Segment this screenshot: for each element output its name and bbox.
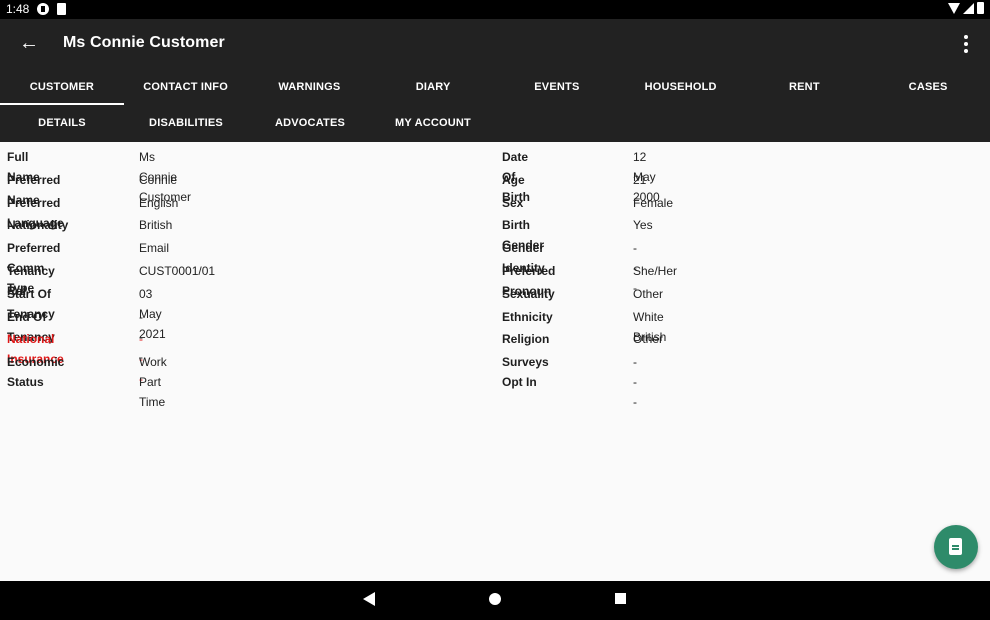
tab-household[interactable]: HOUSEHOLD bbox=[619, 69, 743, 105]
primary-tab-bar: CUSTOMER CONTACT INFO WARNINGS DIARY EVE… bbox=[0, 69, 990, 105]
secondary-tab-bar: DETAILS DISABILITIES ADVOCATES MY ACCOUN… bbox=[0, 105, 990, 142]
detail-label: Age bbox=[502, 172, 525, 187]
document-fab-button[interactable] bbox=[934, 525, 978, 569]
detail-value: Other bbox=[633, 332, 664, 347]
detail-label: Sexuality bbox=[502, 286, 555, 301]
status-time: 1:48 bbox=[6, 2, 30, 16]
tab-rent[interactable]: RENT bbox=[743, 69, 867, 105]
tab-diary[interactable]: DIARY bbox=[371, 69, 495, 105]
subtab-advocates[interactable]: ADVOCATES bbox=[248, 105, 372, 142]
status-bar: 1:48 bbox=[0, 0, 990, 19]
subtab-disabilities[interactable]: DISABILITIES bbox=[124, 105, 248, 142]
detail-value: Female bbox=[633, 195, 674, 210]
detail-value: She/Her bbox=[633, 263, 678, 278]
battery-icon bbox=[977, 2, 984, 14]
tab-cases[interactable]: CASES bbox=[866, 69, 990, 105]
detail-value: Work Part Time bbox=[139, 355, 167, 410]
system-nav-bar bbox=[0, 581, 990, 620]
document-icon bbox=[949, 538, 962, 555]
detail-label: Economic Status bbox=[7, 355, 65, 390]
tab-warnings[interactable]: WARNINGS bbox=[248, 69, 372, 105]
subtab-details[interactable]: DETAILS bbox=[0, 105, 124, 142]
nav-back-icon[interactable] bbox=[363, 592, 375, 606]
wifi-icon bbox=[948, 2, 960, 14]
detail-value: Other bbox=[633, 286, 664, 301]
nav-home-icon[interactable] bbox=[489, 593, 501, 605]
detail-label: Religion bbox=[502, 332, 550, 347]
signal-icon bbox=[963, 2, 974, 14]
status-indicators bbox=[948, 2, 984, 14]
detail-label: Surveys Opt In bbox=[502, 355, 549, 390]
detail-label: Ethnicity bbox=[502, 309, 553, 324]
detail-value: Connie bbox=[139, 172, 178, 187]
app-bar: ← Ms Connie Customer bbox=[0, 19, 990, 69]
detail-value: English bbox=[139, 195, 179, 210]
detail-value: British bbox=[139, 218, 173, 233]
detail-value: Email bbox=[139, 241, 170, 256]
overflow-menu-icon[interactable] bbox=[954, 31, 978, 57]
nav-recents-icon[interactable] bbox=[615, 593, 626, 604]
detail-label: Sex bbox=[502, 195, 524, 210]
notification-app-icon bbox=[37, 3, 49, 15]
detail-value: 03 May 2021 bbox=[139, 286, 166, 341]
detail-value: Yes bbox=[633, 218, 653, 233]
detail-value: - - - bbox=[633, 355, 637, 410]
tab-events[interactable]: EVENTS bbox=[495, 69, 619, 105]
tab-customer[interactable]: CUSTOMER bbox=[0, 69, 124, 105]
detail-label: Nationality bbox=[7, 218, 69, 233]
page-title: Ms Connie Customer bbox=[63, 34, 225, 51]
detail-value: 21 bbox=[633, 172, 647, 187]
sd-card-icon bbox=[57, 3, 66, 15]
subtab-my-account[interactable]: MY ACCOUNT bbox=[371, 105, 495, 142]
customer-details-panel: Full Name Ms Connie Customer Preferred Na… bbox=[0, 142, 990, 581]
back-arrow-icon[interactable]: ← bbox=[14, 30, 44, 58]
detail-value: CUST0001/01 bbox=[139, 263, 216, 278]
tab-contact-info[interactable]: CONTACT INFO bbox=[124, 69, 248, 105]
